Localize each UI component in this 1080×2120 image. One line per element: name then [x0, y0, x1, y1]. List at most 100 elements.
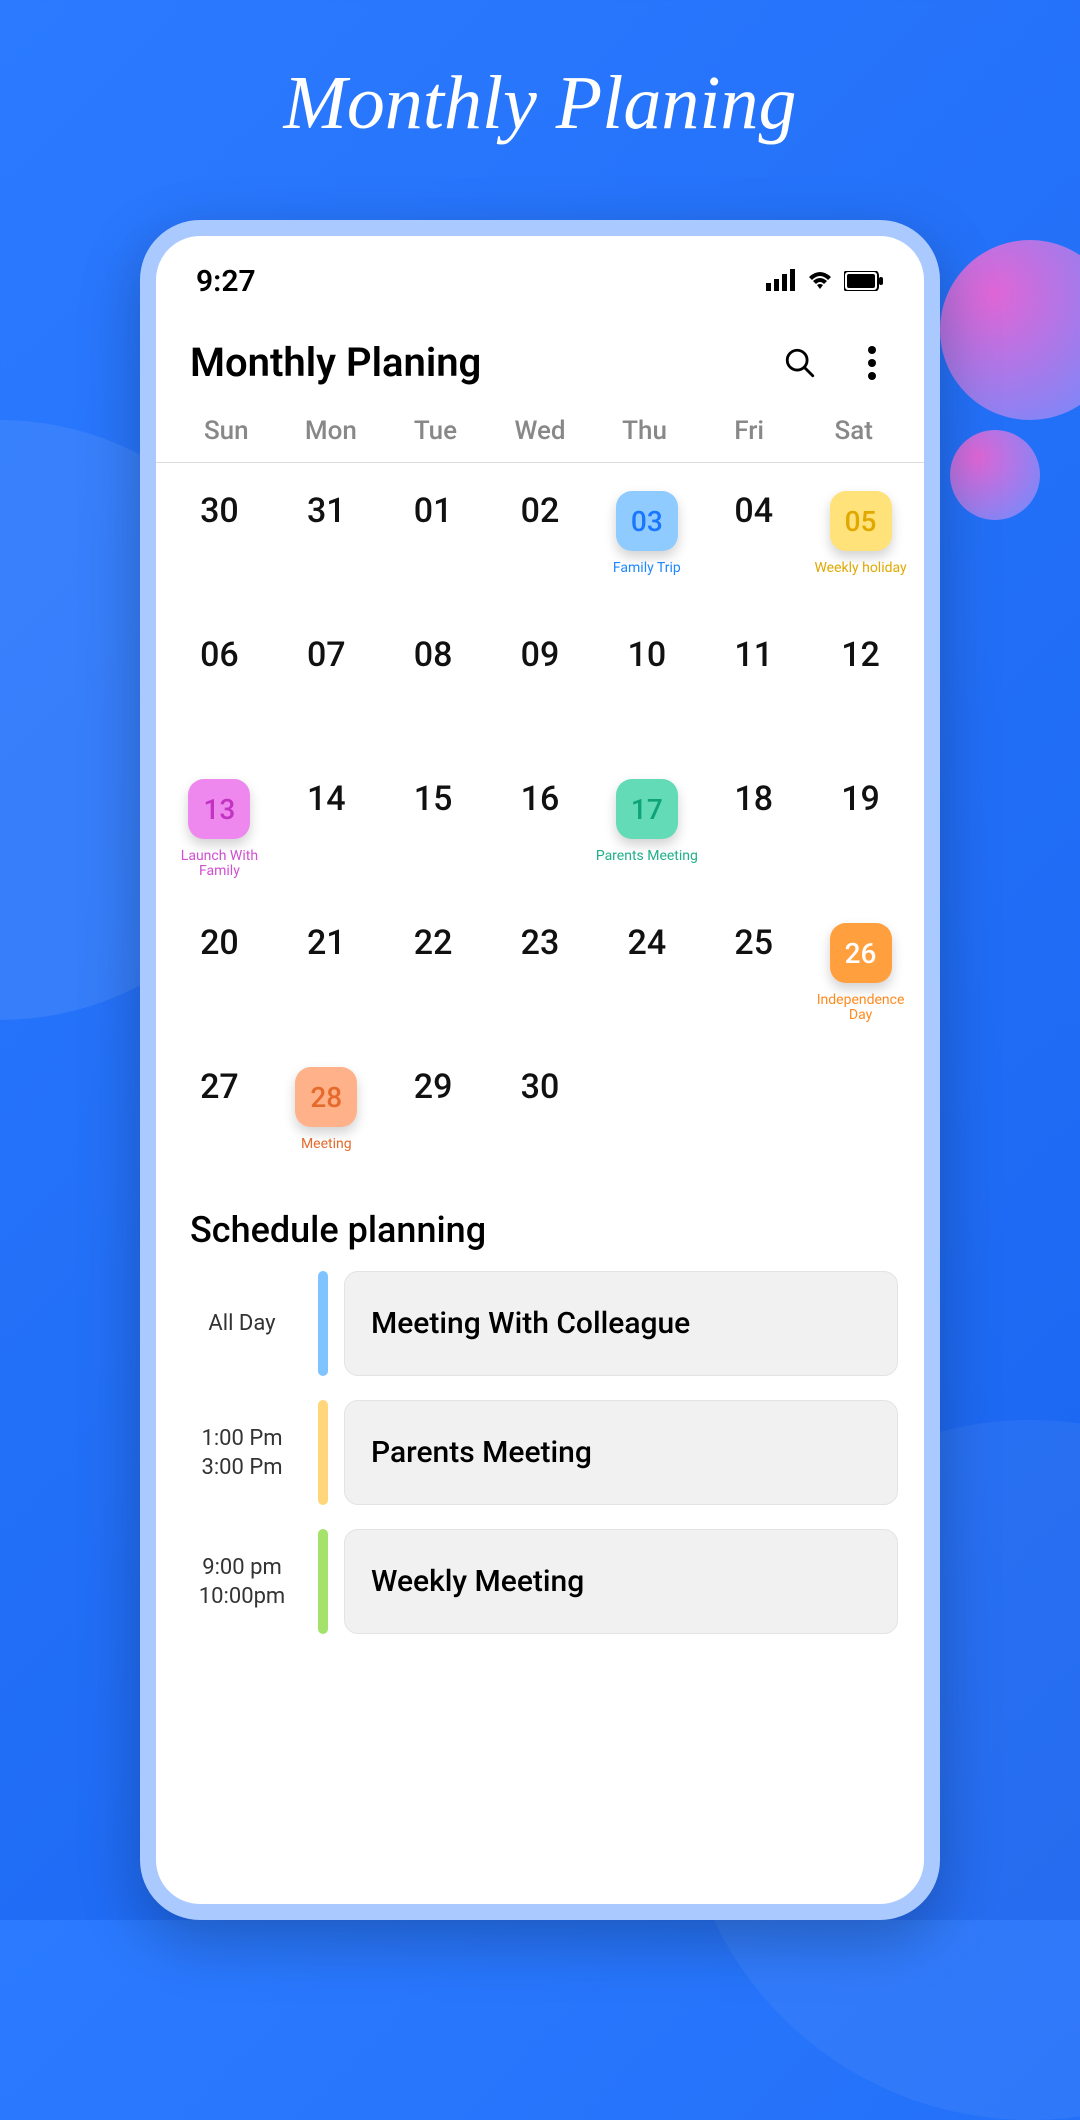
- schedule-event-card: Parents Meeting: [344, 1400, 898, 1505]
- day-number: 09: [521, 635, 560, 675]
- weekday-label: Mon: [279, 416, 384, 446]
- calendar-day[interactable]: 08: [380, 617, 487, 757]
- status-time: 9:27: [196, 264, 256, 299]
- day-number: 22: [414, 923, 453, 963]
- calendar-day[interactable]: 24: [593, 905, 700, 1045]
- day-event-label: Family Trip: [613, 561, 681, 576]
- schedule-title: Schedule planning: [156, 1189, 924, 1271]
- wifi-icon: [806, 264, 834, 299]
- schedule-list: All Day Meeting With Colleague 1:00 Pm3:00…: [156, 1271, 924, 1658]
- bg-decor: [940, 240, 1080, 420]
- battery-icon: [844, 264, 884, 299]
- search-icon: [783, 346, 817, 380]
- day-number: 20: [200, 923, 239, 963]
- schedule-time: 9:00 pm10:00pm: [182, 1529, 302, 1634]
- schedule-color-bar: [318, 1529, 328, 1634]
- calendar-day[interactable]: 30: [487, 1049, 594, 1189]
- calendar-day[interactable]: 13 Launch With Family: [166, 761, 273, 901]
- calendar-day[interactable]: 11: [700, 617, 807, 757]
- calendar-day[interactable]: 27: [166, 1049, 273, 1189]
- day-number: 12: [841, 635, 880, 675]
- calendar-day[interactable]: 07: [273, 617, 380, 757]
- calendar-day[interactable]: 23: [487, 905, 594, 1045]
- calendar-day[interactable]: 12: [807, 617, 914, 757]
- page-title: Monthly Planing: [190, 339, 481, 386]
- weekday-row: SunMonTueWedThuFriSat: [156, 406, 924, 463]
- day-event-label: Independence Day: [807, 993, 914, 1024]
- day-event-label: Parents Meeting: [596, 849, 698, 864]
- calendar-day[interactable]: 29: [380, 1049, 487, 1189]
- calendar-day[interactable]: 26Independence Day: [807, 905, 914, 1045]
- app-header: Monthly Planing: [156, 309, 924, 406]
- schedule-event-card: Weekly Meeting: [344, 1529, 898, 1634]
- day-number: 10: [628, 635, 667, 675]
- day-number: 19: [841, 779, 880, 819]
- calendar-day[interactable]: 22: [380, 905, 487, 1045]
- schedule-event-card: Meeting With Colleague: [344, 1271, 898, 1376]
- weekday-label: Sun: [174, 416, 279, 446]
- day-badge: 03: [616, 491, 678, 551]
- day-number: 23: [521, 923, 560, 963]
- weekday-label: Tue: [383, 416, 488, 446]
- calendar-day[interactable]: 15: [380, 761, 487, 901]
- day-badge: 17: [616, 779, 678, 839]
- status-bar: 9:27: [156, 236, 924, 309]
- day-number: 07: [307, 635, 346, 675]
- day-number: 08: [414, 635, 453, 675]
- day-number: 30: [521, 1067, 560, 1107]
- day-number: 16: [521, 779, 560, 819]
- schedule-item[interactable]: All Day Meeting With Colleague: [156, 1271, 924, 1400]
- calendar-day[interactable]: 28Meeting: [273, 1049, 380, 1189]
- day-badge: 05: [830, 491, 892, 551]
- calendar-day[interactable]: 01: [380, 473, 487, 613]
- day-badge: 28: [295, 1067, 357, 1127]
- calendar-day[interactable]: 16: [487, 761, 594, 901]
- schedule-item[interactable]: 9:00 pm10:00pm Weekly Meeting: [156, 1529, 924, 1658]
- signal-icon: [766, 264, 796, 299]
- calendar-grid: 3031010203Family Trip0405Weekly holiday0…: [156, 463, 924, 1189]
- calendar-day[interactable]: 04: [700, 473, 807, 613]
- schedule-time: 1:00 Pm3:00 Pm: [182, 1400, 302, 1505]
- day-event-label: Launch With Family: [166, 849, 273, 880]
- bg-decor: [950, 430, 1040, 520]
- calendar-day[interactable]: 14: [273, 761, 380, 901]
- calendar-day[interactable]: 17 Parents Meeting: [593, 761, 700, 901]
- day-number: 31: [307, 491, 346, 531]
- day-number: 02: [521, 491, 560, 531]
- weekday-label: Fri: [697, 416, 802, 446]
- promo-title: Monthly Planing: [0, 0, 1080, 147]
- day-number: 01: [414, 491, 453, 531]
- schedule-time: All Day: [182, 1271, 302, 1376]
- day-badge: 13: [188, 779, 250, 839]
- more-vertical-icon: [868, 346, 876, 380]
- day-number: 11: [734, 635, 773, 675]
- calendar-day[interactable]: 09: [487, 617, 594, 757]
- calendar-day[interactable]: 05Weekly holiday: [807, 473, 914, 613]
- schedule-color-bar: [318, 1271, 328, 1376]
- calendar-day[interactable]: 02: [487, 473, 594, 613]
- calendar-day[interactable]: 06: [166, 617, 273, 757]
- calendar-day[interactable]: 03 Family Trip: [593, 473, 700, 613]
- calendar-day[interactable]: 18: [700, 761, 807, 901]
- calendar-day[interactable]: 20: [166, 905, 273, 1045]
- day-number: 04: [734, 491, 773, 531]
- day-number: 27: [200, 1067, 239, 1107]
- schedule-color-bar: [318, 1400, 328, 1505]
- calendar-day[interactable]: 30: [166, 473, 273, 613]
- day-number: 18: [734, 779, 773, 819]
- day-number: 25: [734, 923, 773, 963]
- day-number: 30: [200, 491, 239, 531]
- calendar-day[interactable]: 25: [700, 905, 807, 1045]
- schedule-item[interactable]: 1:00 Pm3:00 Pm Parents Meeting: [156, 1400, 924, 1529]
- day-number: 15: [414, 779, 453, 819]
- calendar-day[interactable]: 21: [273, 905, 380, 1045]
- day-number: 21: [307, 923, 346, 963]
- calendar-day[interactable]: 31: [273, 473, 380, 613]
- phone-frame: 9:27 Monthly Planing SunMonTueWedThuFriS…: [140, 220, 940, 1920]
- calendar-day[interactable]: 10: [593, 617, 700, 757]
- calendar-day[interactable]: 19: [807, 761, 914, 901]
- search-button[interactable]: [782, 345, 818, 381]
- more-button[interactable]: [854, 345, 890, 381]
- weekday-label: Wed: [488, 416, 593, 446]
- status-icons: [766, 264, 884, 299]
